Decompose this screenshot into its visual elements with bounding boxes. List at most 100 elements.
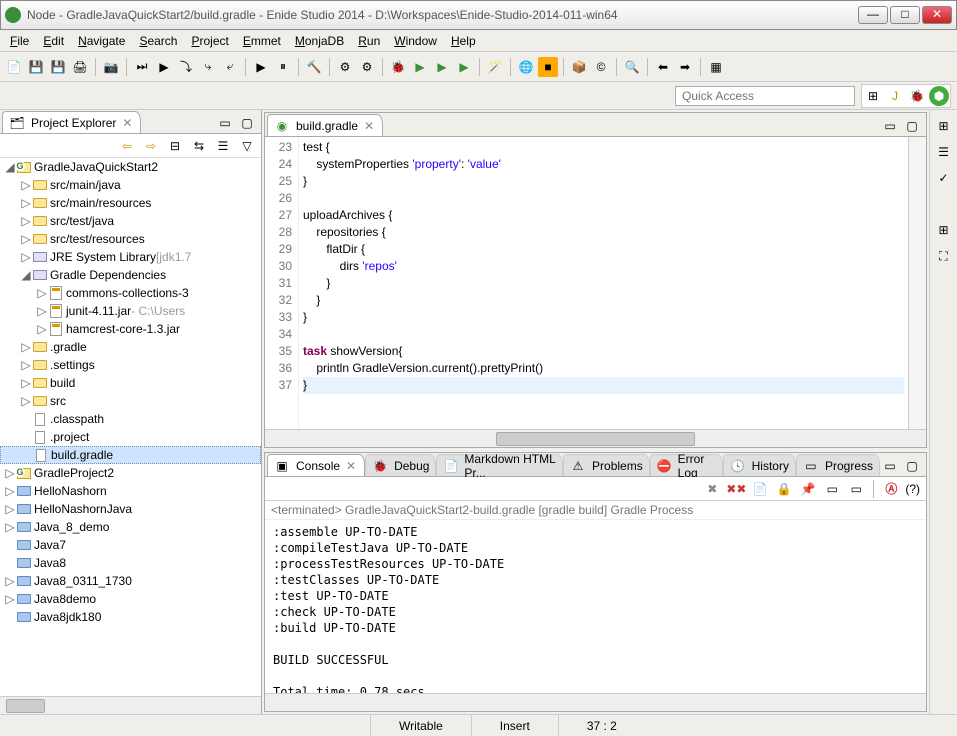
open-console-icon[interactable]: ▭ bbox=[846, 479, 866, 499]
tree-node[interactable]: ◢GradleJavaQuickStart2 bbox=[0, 158, 261, 176]
maximize-button[interactable]: □ bbox=[890, 6, 920, 24]
menu-edit[interactable]: Edit bbox=[37, 32, 70, 50]
menu-navigate[interactable]: Navigate bbox=[72, 32, 131, 50]
expand-icon[interactable]: ⛶ bbox=[934, 246, 954, 266]
tree-node[interactable]: ▷hamcrest-core-1.3.jar bbox=[0, 320, 261, 338]
tree-node[interactable]: build.gradle bbox=[0, 446, 261, 464]
save-icon[interactable]: 💾 bbox=[26, 57, 46, 77]
menu-window[interactable]: Window bbox=[388, 32, 443, 50]
tree-node[interactable]: ▷.gradle bbox=[0, 338, 261, 356]
step-over-icon[interactable]: ⤵ bbox=[176, 57, 196, 77]
task-list-icon[interactable]: ✓ bbox=[934, 168, 954, 188]
tree-node[interactable]: Java8 bbox=[0, 554, 261, 572]
minimize-button[interactable]: — bbox=[858, 6, 888, 24]
menu-monjadb[interactable]: MonjaDB bbox=[289, 32, 350, 50]
project-tree[interactable]: ◢GradleJavaQuickStart2▷src/main/java▷src… bbox=[0, 158, 261, 696]
editor-hscroll[interactable] bbox=[265, 429, 926, 447]
tree-node[interactable]: ▷src bbox=[0, 392, 261, 410]
node-perspective-icon[interactable]: ⬢ bbox=[929, 86, 949, 106]
gear-icon[interactable]: ⚙ bbox=[335, 57, 355, 77]
help-button[interactable]: (?) bbox=[905, 482, 920, 496]
print-icon[interactable]: 🖨 bbox=[70, 57, 90, 77]
wand-icon[interactable]: 🪄 bbox=[485, 57, 505, 77]
menu-search[interactable]: Search bbox=[133, 32, 183, 50]
code-area[interactable]: test { systemProperties 'property': 'val… bbox=[299, 137, 908, 429]
new-class-icon[interactable]: © bbox=[591, 57, 611, 77]
scroll-lock-icon[interactable]: 🔒 bbox=[774, 479, 794, 499]
code-editor[interactable]: 232425262728293031323334353637 test { sy… bbox=[265, 137, 926, 429]
tree-node[interactable]: ▷GradleProject2 bbox=[0, 464, 261, 482]
editor-vscroll[interactable] bbox=[908, 137, 926, 429]
highlight-icon[interactable]: ■ bbox=[538, 57, 558, 77]
tab-project-explorer[interactable]: 🗂 Project Explorer ✕ bbox=[2, 111, 141, 133]
tab-console[interactable]: ▣Console✕ bbox=[267, 454, 365, 476]
tree-node[interactable]: ▷junit-4.11.jar - C:\Users bbox=[0, 302, 261, 320]
new-package-icon[interactable]: 📦 bbox=[569, 57, 589, 77]
tab-problems[interactable]: ⚠Problems bbox=[563, 454, 650, 476]
forward-icon[interactable]: ➡ bbox=[675, 57, 695, 77]
close-icon[interactable]: ✕ bbox=[362, 119, 376, 133]
tree-node[interactable]: ▷src/main/resources bbox=[0, 194, 261, 212]
tab-markdown-html-pr-[interactable]: 📄Markdown HTML Pr... bbox=[436, 454, 563, 476]
globe-icon[interactable]: 🌐 bbox=[516, 57, 536, 77]
debug-icon[interactable]: 🐞 bbox=[388, 57, 408, 77]
clear-console-icon[interactable]: 📄 bbox=[750, 479, 770, 499]
close-icon[interactable]: ✕ bbox=[344, 459, 358, 473]
tree-node[interactable]: ▷HelloNashornJava bbox=[0, 500, 261, 518]
console-output[interactable]: :assemble UP-TO-DATE :compileTestJava UP… bbox=[265, 520, 926, 693]
view-menu-icon[interactable]: ▽ bbox=[237, 136, 257, 156]
menu-emmet[interactable]: Emmet bbox=[237, 32, 287, 50]
restore2-icon[interactable]: ⊞ bbox=[934, 220, 954, 240]
filter-icon[interactable]: ▦ bbox=[706, 57, 726, 77]
debug-perspective-icon[interactable]: 🐞 bbox=[907, 86, 927, 106]
search-icon[interactable]: 🔍 bbox=[622, 57, 642, 77]
tree-node[interactable]: ▷HelloNashorn bbox=[0, 482, 261, 500]
tree-node[interactable]: ▷JRE System Library [jdk1.7 bbox=[0, 248, 261, 266]
outline-icon[interactable]: ☰ bbox=[934, 142, 954, 162]
build-icon[interactable]: 🔨 bbox=[304, 57, 324, 77]
pin-console-icon[interactable]: 📌 bbox=[798, 479, 818, 499]
quick-access-input[interactable] bbox=[675, 86, 855, 106]
tree-node[interactable]: ▷src/test/java bbox=[0, 212, 261, 230]
menu-help[interactable]: Help bbox=[445, 32, 482, 50]
tree-node[interactable]: Java8jdk180 bbox=[0, 608, 261, 626]
minimize-editor-icon[interactable]: ▭ bbox=[880, 116, 900, 136]
tree-node[interactable]: ▷commons-collections-3 bbox=[0, 284, 261, 302]
perspective-switcher[interactable]: ⊞ J 🐞 ⬢ bbox=[861, 84, 951, 108]
tab-error-log[interactable]: ⛔Error Log bbox=[650, 454, 723, 476]
save-all-icon[interactable]: 💾 bbox=[48, 57, 68, 77]
close-icon[interactable]: ✕ bbox=[120, 116, 134, 130]
open-perspective-icon[interactable]: ⊞ bbox=[863, 86, 883, 106]
forward-nav-icon[interactable]: ⇨ bbox=[141, 136, 161, 156]
tab-debug[interactable]: 🐞Debug bbox=[365, 454, 436, 476]
maximize-editor-icon[interactable]: ▢ bbox=[902, 116, 922, 136]
collapse-all-icon[interactable]: ⊟ bbox=[165, 136, 185, 156]
minimize-view-icon[interactable]: ▭ bbox=[215, 113, 235, 133]
step-return-icon[interactable]: ⤶ bbox=[220, 57, 240, 77]
tree-node[interactable]: ▷build bbox=[0, 374, 261, 392]
menu-project[interactable]: Project bbox=[185, 32, 234, 50]
tree-node[interactable]: ▷src/test/resources bbox=[0, 230, 261, 248]
filter-explorer-icon[interactable]: ☰ bbox=[213, 136, 233, 156]
back-icon[interactable]: ⬅ bbox=[653, 57, 673, 77]
anarchy-icon[interactable]: Ⓐ bbox=[881, 479, 901, 499]
tree-node[interactable]: ▷.settings bbox=[0, 356, 261, 374]
tree-node[interactable]: ▷Java8demo bbox=[0, 590, 261, 608]
run-last-icon[interactable]: ▶ bbox=[432, 57, 452, 77]
console-hscroll[interactable] bbox=[265, 693, 926, 711]
maximize-console-icon[interactable]: ▢ bbox=[902, 456, 922, 476]
explorer-hscroll[interactable] bbox=[0, 696, 261, 714]
menu-run[interactable]: Run bbox=[352, 32, 386, 50]
java-perspective-icon[interactable]: J bbox=[885, 86, 905, 106]
close-button[interactable]: ✕ bbox=[922, 6, 952, 24]
skip-icon[interactable]: ⏭ bbox=[132, 57, 152, 77]
tree-node[interactable]: ▷src/main/java bbox=[0, 176, 261, 194]
tree-node[interactable]: ▷Java8_0311_1730 bbox=[0, 572, 261, 590]
new-icon[interactable]: 📄 bbox=[4, 57, 24, 77]
tab-history[interactable]: 🕓History bbox=[723, 454, 796, 476]
tab-progress[interactable]: ▭Progress bbox=[796, 454, 880, 476]
back-nav-icon[interactable]: ⇦ bbox=[117, 136, 137, 156]
display-selected-icon[interactable]: ▭ bbox=[822, 479, 842, 499]
play-script-icon[interactable]: ▶ bbox=[154, 57, 174, 77]
tree-node[interactable]: ▷Java_8_demo bbox=[0, 518, 261, 536]
